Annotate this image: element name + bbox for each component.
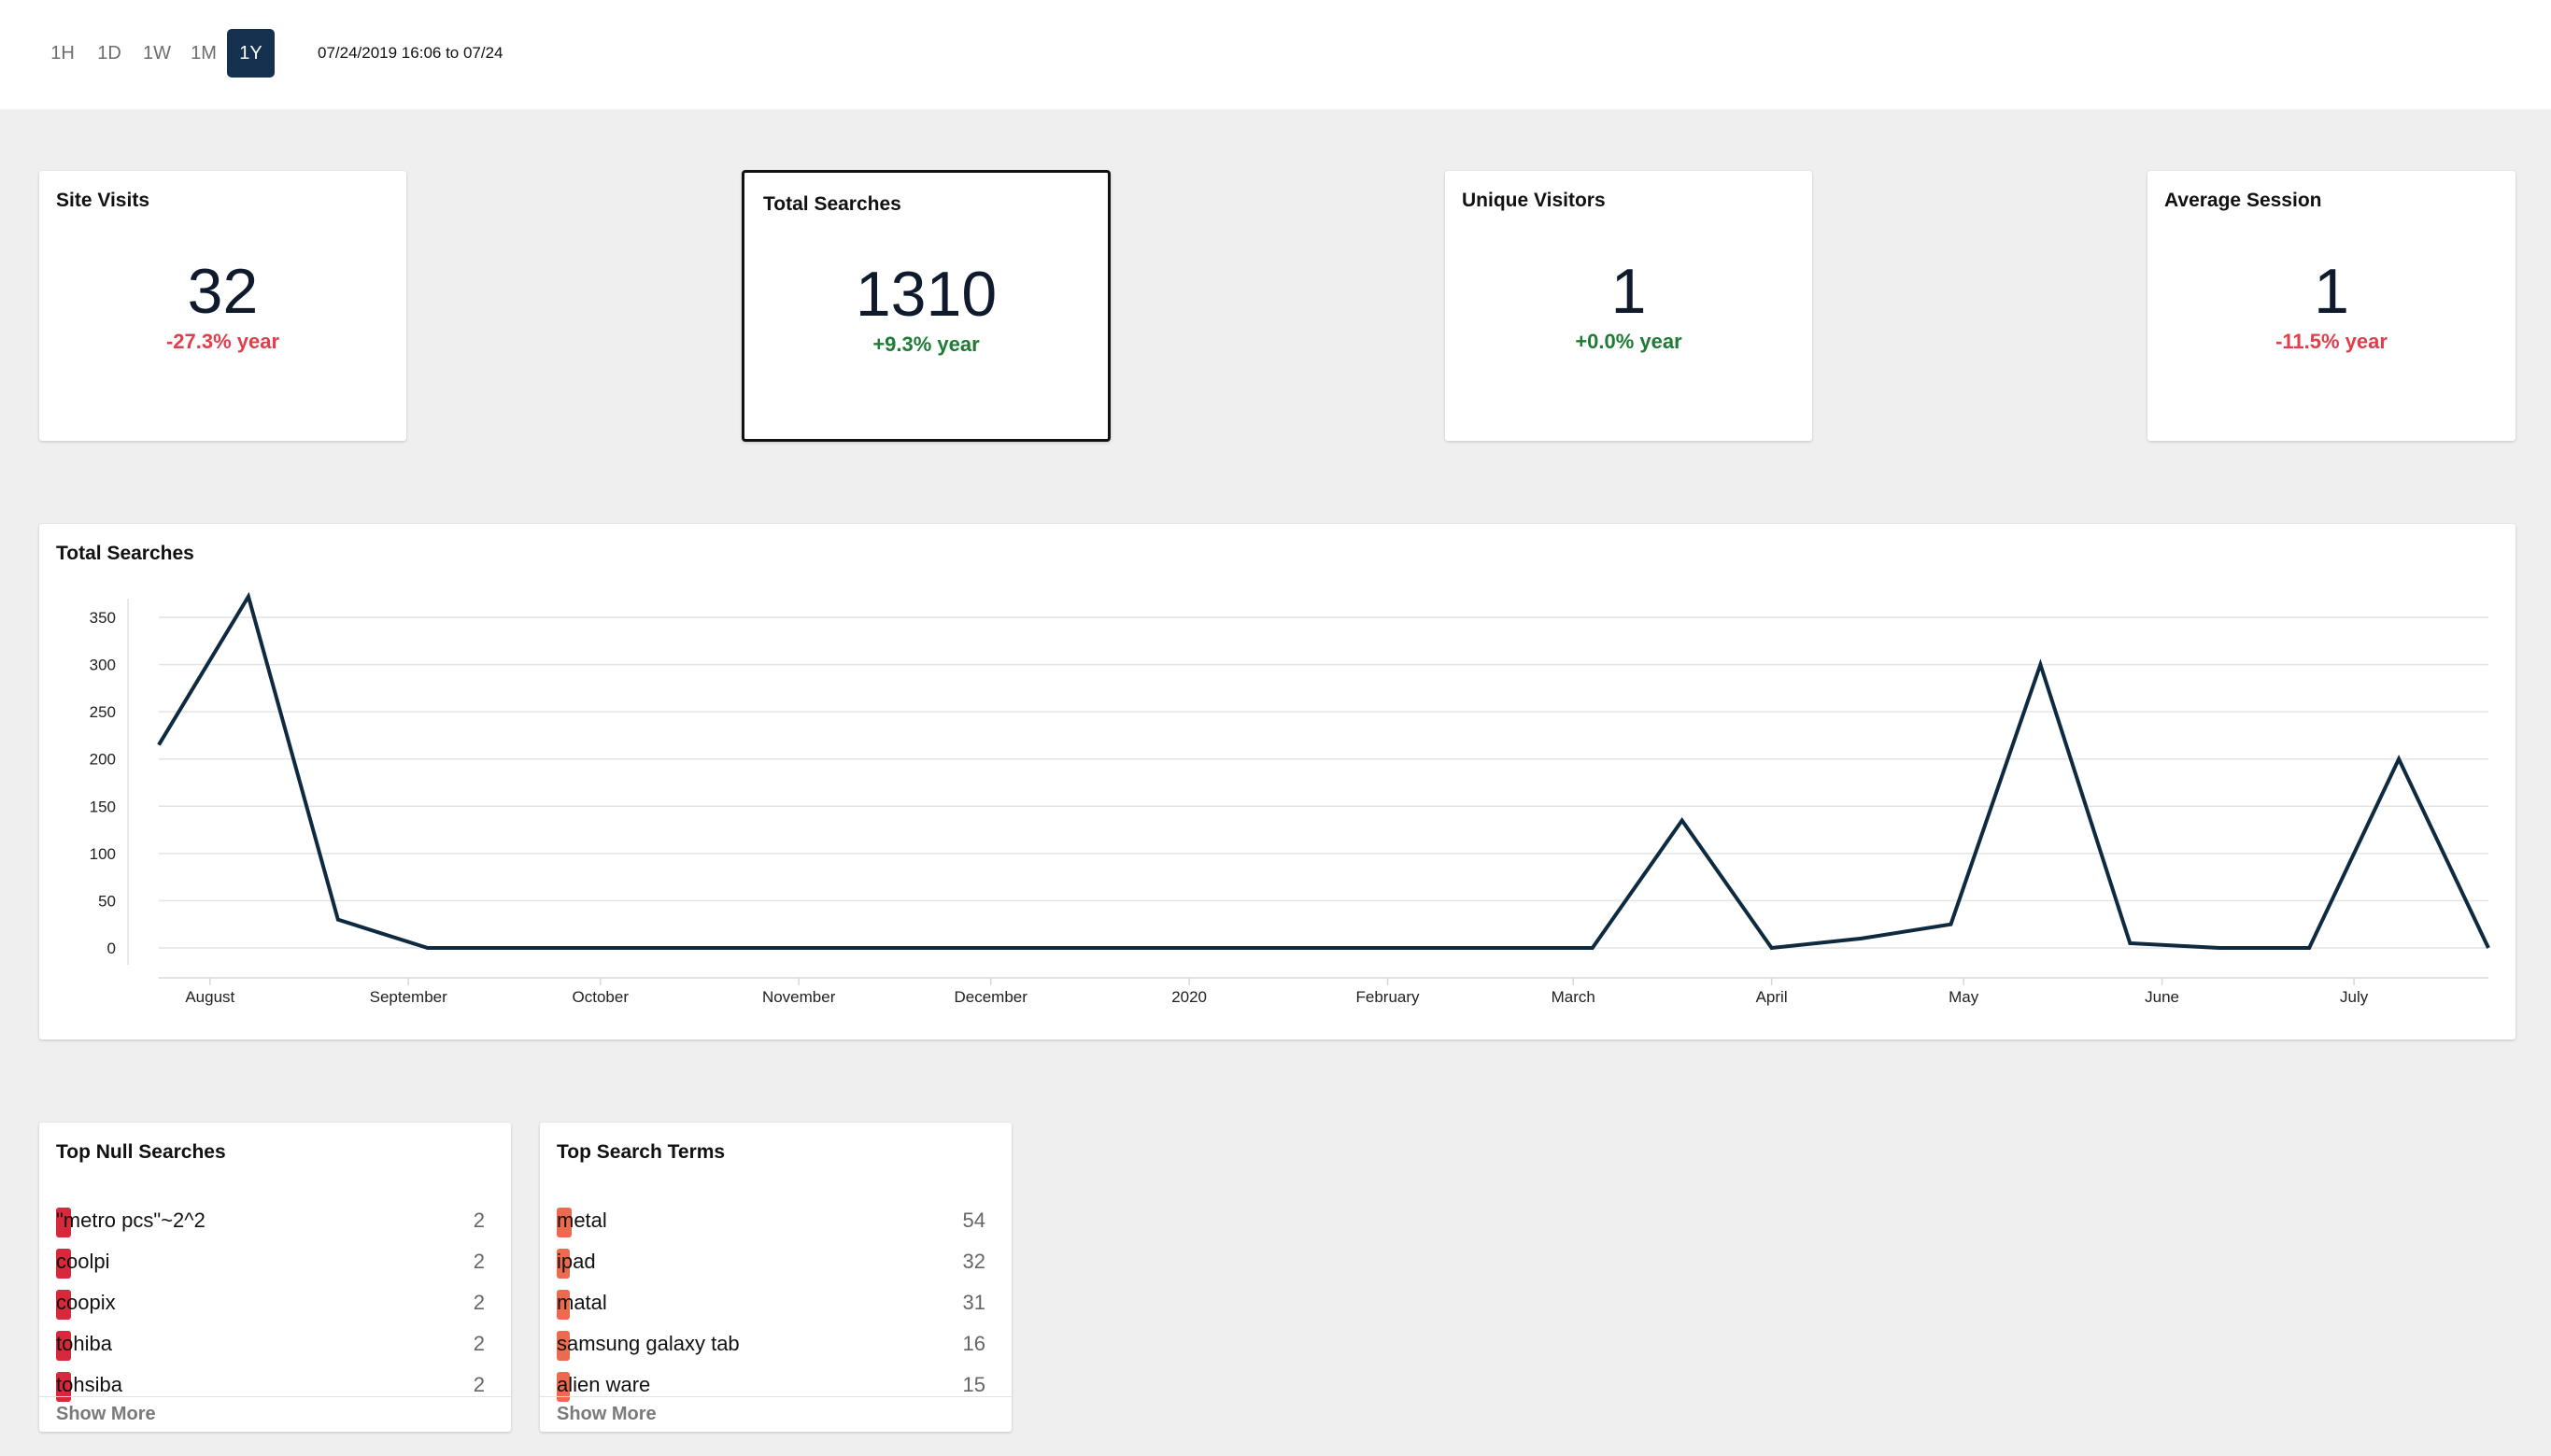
y-tick-label: 250 <box>90 703 116 721</box>
x-tick-label: June <box>2145 988 2179 1006</box>
stat-value: 1 <box>2314 256 2349 327</box>
series-line <box>157 591 2490 951</box>
show-more-button[interactable]: Show More <box>540 1396 1012 1432</box>
x-tick-label: March <box>1552 988 1595 1006</box>
list-item-label: tohiba <box>56 1332 112 1355</box>
y-tick-label: 300 <box>90 657 116 674</box>
top-null-searches-card: Top Null Searches "metro pcs"~2^2 2 cool… <box>39 1123 511 1432</box>
list-item-count: 54 <box>962 1209 985 1232</box>
stat-change: +9.3% year <box>872 332 980 356</box>
list-item-count: 31 <box>962 1291 985 1314</box>
y-tick-label: 0 <box>107 940 116 957</box>
list-item[interactable]: coopix 2 <box>56 1286 485 1320</box>
list-item-label: "metro pcs"~2^2 <box>56 1209 205 1232</box>
list-item[interactable]: matal 31 <box>557 1286 985 1320</box>
list-item[interactable]: tohiba 2 <box>56 1327 485 1361</box>
card-title: Average Session <box>2164 190 2322 211</box>
x-tick-label: September <box>370 988 447 1006</box>
list-item[interactable]: ipad 32 <box>557 1245 985 1279</box>
stat-value: 32 <box>187 256 259 327</box>
time-range-bar: 1H 1D 1W 1M 1Y 07/24/2019 16:06 to 07/24 <box>0 0 2551 109</box>
list-item-count: 2 <box>473 1373 485 1396</box>
stat-change: +0.0% year <box>1575 330 1682 353</box>
list-item-label: coolpi <box>56 1250 110 1273</box>
list-item-count: 16 <box>962 1332 985 1355</box>
card-title: Top Null Searches <box>56 1141 226 1163</box>
list-item[interactable]: "metro pcs"~2^2 2 <box>56 1204 485 1237</box>
list-item-label: matal <box>557 1291 607 1314</box>
list-item-count: 2 <box>473 1209 485 1232</box>
y-tick-label: 150 <box>90 798 116 815</box>
top-search-terms-card: Top Search Terms metal 54 ipad 32 matal … <box>540 1123 1012 1432</box>
card-title: Total Searches <box>763 193 901 215</box>
stat-change: -11.5% year <box>2275 330 2388 353</box>
show-more-button[interactable]: Show More <box>39 1396 511 1432</box>
card-title: Top Search Terms <box>557 1141 726 1163</box>
site-visits-card[interactable]: Site Visits 32 -27.3% year <box>39 171 406 441</box>
list-item-count: 2 <box>473 1250 485 1273</box>
y-tick-label: 100 <box>90 845 116 863</box>
stat-change: -27.3% year <box>165 330 280 353</box>
x-tick-label: November <box>762 988 836 1006</box>
range-1m-button[interactable]: 1M <box>185 29 222 78</box>
list-item[interactable]: metal 54 <box>557 1204 985 1237</box>
list-item-count: 2 <box>473 1291 485 1314</box>
stat-value: 1 <box>1610 256 1647 327</box>
total-searches-chart-card: Total Searches 0 50 100 150 200 250 300 350 Augu… <box>39 524 2516 1039</box>
list-item-label: tohsiba <box>56 1373 122 1396</box>
card-title: Unique Visitors <box>1462 190 1606 211</box>
range-1y-button[interactable]: 1Y <box>227 29 275 78</box>
y-tick-label: 200 <box>90 751 116 769</box>
list-item-label: samsung galaxy tab <box>557 1332 740 1355</box>
average-session-card[interactable]: Average Session 1 -11.5% year <box>2147 171 2516 441</box>
list-item-label: coopix <box>56 1291 116 1314</box>
x-tick-label: July <box>2340 988 2369 1006</box>
x-tick-label: October <box>573 988 630 1006</box>
list-item-label: metal <box>557 1209 607 1232</box>
x-tick-label: February <box>1356 988 1421 1006</box>
list-item[interactable]: samsung galaxy tab 16 <box>557 1327 985 1361</box>
list-item-count: 2 <box>473 1332 485 1355</box>
x-tick-label: August <box>185 988 234 1006</box>
list-item-count: 32 <box>962 1250 985 1273</box>
list-item-label: ipad <box>557 1250 596 1273</box>
stat-value: 1310 <box>855 259 998 330</box>
range-1d-button[interactable]: 1D <box>92 29 127 78</box>
date-range-text: 07/24/2019 16:06 to 07/24 <box>318 44 503 62</box>
total-searches-card[interactable]: Total Searches 1310 +9.3% year <box>742 170 1111 442</box>
unique-visitors-card[interactable]: Unique Visitors 1 +0.0% year <box>1445 171 1812 441</box>
total-searches-line-chart: 0 50 100 150 200 250 300 350 August September Octo… <box>90 591 2490 1006</box>
range-1h-button[interactable]: 1H <box>45 29 80 78</box>
x-tick-label: December <box>955 988 1028 1006</box>
card-title: Site Visits <box>56 190 149 211</box>
x-tick-label: April <box>1756 988 1788 1006</box>
list-item[interactable]: coolpi 2 <box>56 1245 485 1279</box>
y-tick-label: 350 <box>90 609 116 627</box>
x-tick-label: May <box>1949 988 1979 1006</box>
list-item-label: alien ware <box>557 1373 651 1396</box>
x-tick-label: 2020 <box>1171 988 1207 1006</box>
list-item-count: 15 <box>962 1373 985 1396</box>
range-1w-button[interactable]: 1W <box>138 29 176 78</box>
y-tick-label: 50 <box>98 892 116 910</box>
